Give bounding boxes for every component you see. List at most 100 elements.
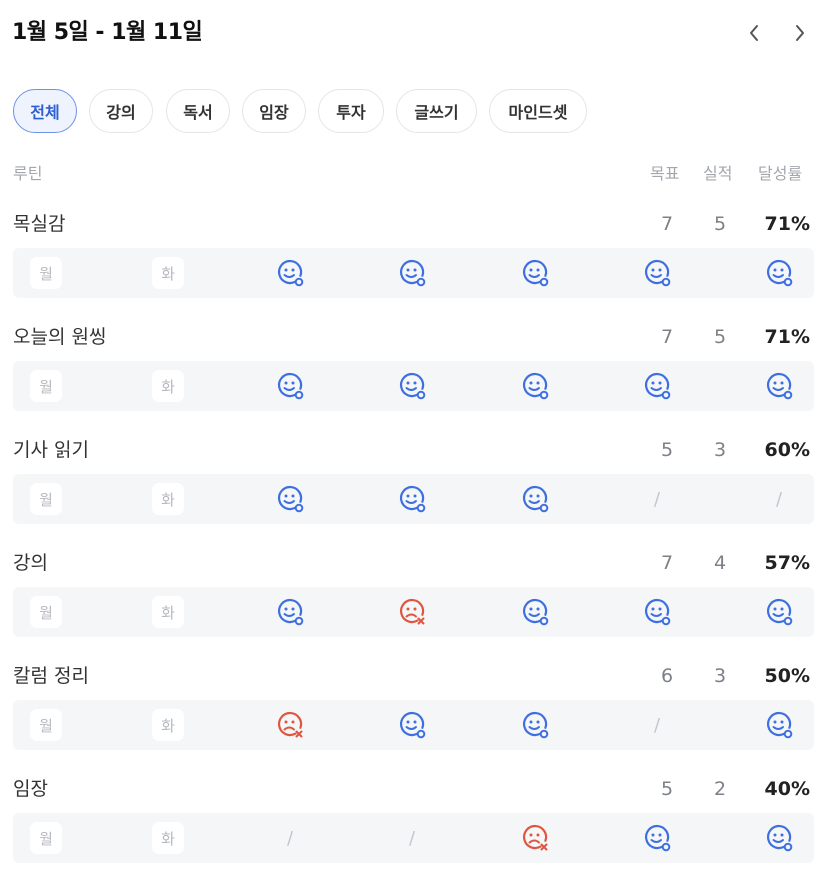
day-cell[interactable] — [627, 248, 687, 298]
day-cell[interactable] — [382, 361, 442, 411]
day-cell[interactable] — [505, 813, 565, 863]
day-cell[interactable] — [260, 700, 320, 750]
smile-check-icon[interactable] — [764, 258, 794, 288]
day-cell[interactable] — [749, 587, 809, 637]
frown-x-icon[interactable] — [275, 710, 305, 740]
routine-done: 2 — [713, 778, 727, 800]
routine-done: 5 — [713, 326, 727, 348]
tab-lecture[interactable]: 강의 — [89, 89, 153, 133]
tab-investment[interactable]: 투자 — [318, 89, 384, 133]
smile-check-icon[interactable] — [520, 710, 550, 740]
day-label: 월 — [30, 596, 62, 628]
day-cell[interactable] — [505, 474, 565, 524]
routine-row[interactable]: 목실감 7 5 71% 월 화 — [0, 211, 827, 324]
smile-check-icon[interactable] — [642, 258, 672, 288]
day-cell: 월 — [16, 700, 76, 750]
routine-done: 3 — [713, 439, 727, 461]
smile-check-icon[interactable] — [520, 371, 550, 401]
smile-check-icon[interactable] — [764, 710, 794, 740]
day-cell[interactable] — [505, 700, 565, 750]
tab-imjang[interactable]: 임장 — [242, 89, 306, 133]
day-cell[interactable] — [749, 361, 809, 411]
tab-writing[interactable]: 글쓰기 — [396, 89, 477, 133]
routine-goal: 5 — [660, 439, 674, 461]
next-week-button[interactable] — [788, 20, 812, 46]
day-status-strip: 월화 — [13, 248, 814, 298]
day-cell[interactable]: / — [627, 474, 687, 524]
day-label: 화 — [152, 596, 184, 628]
smile-check-icon[interactable] — [764, 597, 794, 627]
smile-check-icon[interactable] — [642, 597, 672, 627]
day-cell[interactable]: / — [627, 700, 687, 750]
smile-check-icon[interactable] — [275, 258, 305, 288]
smile-check-icon[interactable] — [397, 710, 427, 740]
previous-week-button[interactable] — [742, 20, 766, 46]
routine-row[interactable]: 기사 읽기 5 3 60% 월 화 / / — [0, 437, 827, 550]
day-cell[interactable] — [505, 248, 565, 298]
day-status-strip: 월화 — [13, 361, 814, 411]
smile-check-icon[interactable] — [764, 823, 794, 853]
column-header-goal: 목표 — [650, 164, 680, 183]
day-cell[interactable] — [505, 361, 565, 411]
routine-row[interactable]: 강의 7 4 57% 월 화 — [0, 550, 827, 663]
day-cell[interactable] — [749, 700, 809, 750]
day-cell[interactable] — [382, 587, 442, 637]
smile-check-icon[interactable] — [275, 484, 305, 514]
no-record-mark: / — [653, 488, 661, 510]
routine-name: 기사 읽기 — [13, 439, 89, 461]
day-cell[interactable] — [260, 474, 320, 524]
routine-row[interactable]: 오늘의 원씽 7 5 71% 월 화 — [0, 324, 827, 437]
routine-rate: 40% — [764, 778, 810, 800]
column-header-rate: 달성률 — [758, 164, 803, 183]
day-cell: 월 — [16, 474, 76, 524]
day-label: 화 — [152, 257, 184, 289]
tab-mindset[interactable]: 마인드셋 — [489, 89, 587, 133]
day-cell[interactable] — [260, 587, 320, 637]
smile-check-icon[interactable] — [397, 258, 427, 288]
week-header: 1월 5일 - 1월 11일 — [12, 18, 812, 48]
frown-x-icon[interactable] — [397, 597, 427, 627]
day-label: 월 — [30, 257, 62, 289]
smile-check-icon[interactable] — [520, 597, 550, 627]
smile-check-icon[interactable] — [397, 484, 427, 514]
day-cell[interactable] — [627, 587, 687, 637]
day-cell[interactable] — [505, 587, 565, 637]
day-cell: 월 — [16, 248, 76, 298]
day-cell[interactable] — [260, 361, 320, 411]
day-cell[interactable]: / — [260, 813, 320, 863]
day-cell[interactable]: / — [749, 474, 809, 524]
day-label: 월 — [30, 370, 62, 402]
day-cell[interactable] — [260, 248, 320, 298]
chevron-left-icon — [750, 25, 758, 41]
smile-check-icon[interactable] — [642, 371, 672, 401]
day-cell: 월 — [16, 587, 76, 637]
day-cell[interactable] — [749, 813, 809, 863]
day-label: 월 — [30, 709, 62, 741]
smile-check-icon[interactable] — [642, 823, 672, 853]
tab-all[interactable]: 전체 — [13, 89, 77, 133]
day-label: 월 — [30, 822, 62, 854]
smile-check-icon[interactable] — [275, 597, 305, 627]
day-cell: 화 — [138, 813, 198, 863]
routine-goal: 5 — [660, 778, 674, 800]
tab-reading[interactable]: 독서 — [166, 89, 230, 133]
day-cell[interactable] — [749, 248, 809, 298]
smile-check-icon[interactable] — [275, 371, 305, 401]
day-cell[interactable]: / — [382, 813, 442, 863]
smile-check-icon[interactable] — [520, 258, 550, 288]
routine-name: 목실감 — [13, 213, 66, 235]
day-cell[interactable] — [627, 361, 687, 411]
smile-check-icon[interactable] — [520, 484, 550, 514]
frown-x-icon[interactable] — [520, 823, 550, 853]
routine-row[interactable]: 임장 5 2 40% 월 화 / / — [0, 776, 827, 876]
day-cell[interactable] — [382, 474, 442, 524]
day-cell[interactable] — [382, 700, 442, 750]
routine-row[interactable]: 칼럼 정리 6 3 50% 월 화 / — [0, 663, 827, 776]
smile-check-icon[interactable] — [764, 371, 794, 401]
day-cell[interactable] — [382, 248, 442, 298]
day-label: 화 — [152, 709, 184, 741]
routine-name: 오늘의 원씽 — [13, 326, 107, 348]
day-label: 화 — [152, 370, 184, 402]
smile-check-icon[interactable] — [397, 371, 427, 401]
day-cell[interactable] — [627, 813, 687, 863]
